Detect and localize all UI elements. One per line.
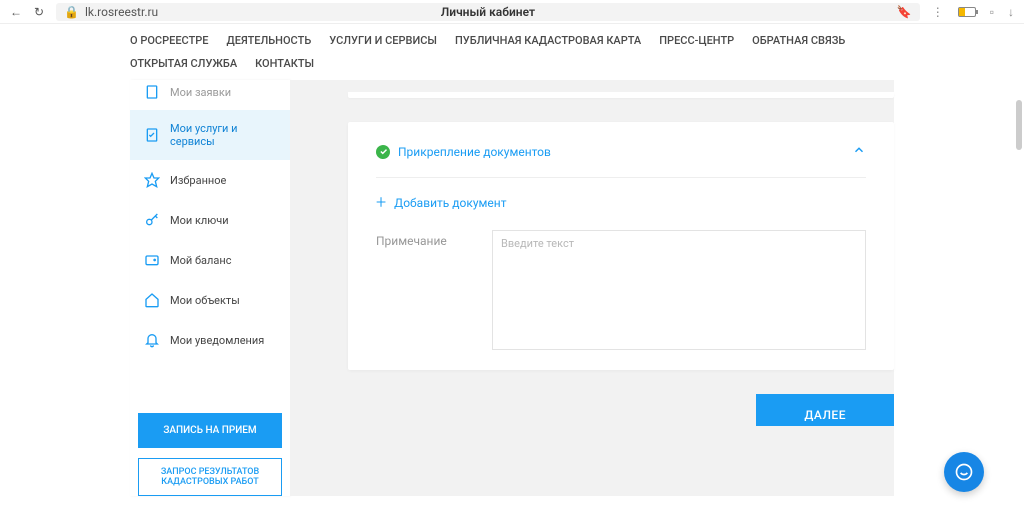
wallet-icon	[144, 252, 160, 268]
panel-header[interactable]: Прикрепление документов	[376, 142, 866, 178]
sidebar-item-label: Мои объекты	[170, 294, 240, 307]
nav-open-service[interactable]: ОТКРЫТАЯ СЛУЖБА	[130, 57, 237, 70]
panel-title-text: Прикрепление документов	[398, 145, 551, 159]
key-icon	[144, 212, 160, 228]
sidebar-item-notifications[interactable]: Мои уведомления	[130, 320, 290, 360]
plus-icon: +	[376, 194, 386, 212]
lock-icon: 🔒	[64, 5, 79, 19]
sidebar-item-favorites[interactable]: Избранное	[130, 160, 290, 200]
nav-contacts[interactable]: КОНТАКТЫ	[255, 57, 314, 70]
nav-map[interactable]: ПУБЛИЧНАЯ КАДАСТРОВАЯ КАРТА	[455, 34, 641, 47]
chevron-up-icon[interactable]	[852, 142, 866, 161]
nav-feedback[interactable]: ОБРАТНАЯ СВЯЗЬ	[752, 34, 845, 47]
home-icon	[144, 292, 160, 308]
sidebar-item-objects[interactable]: Мои объекты	[130, 280, 290, 320]
sidebar-item-label: Мои услуги и сервисы	[170, 122, 276, 148]
documents-panel: Прикрепление документов + Добавить докум…	[348, 122, 894, 370]
bell-icon	[144, 332, 160, 348]
sidebar-item-label: Мой баланс	[170, 254, 231, 267]
reload-icon[interactable]: ↻	[34, 5, 44, 19]
star-icon	[144, 172, 160, 188]
sidebar-item-balance[interactable]: Мой баланс	[130, 240, 290, 280]
nav-services[interactable]: УСЛУГИ И СЕРВИСЫ	[329, 34, 437, 47]
sidebar-item-requests[interactable]: Мои заявки	[130, 80, 290, 110]
note-label: Примечание	[376, 230, 476, 248]
nav-press[interactable]: ПРЕСС-ЦЕНТР	[659, 34, 734, 47]
note-textarea[interactable]	[492, 230, 866, 350]
services-icon	[144, 127, 160, 143]
sidebar-item-label: Мои уведомления	[170, 334, 264, 347]
scrollbar[interactable]	[1016, 80, 1022, 496]
nav-activity[interactable]: ДЕЯТЕЛЬНОСТЬ	[227, 34, 312, 47]
sidebar-item-keys[interactable]: Мои ключи	[130, 200, 290, 240]
menu-dots-icon[interactable]: ⋮	[932, 5, 944, 19]
appointment-button[interactable]: ЗАПИСЬ НА ПРИЕМ	[138, 413, 282, 448]
sidebar-item-label: Мои заявки	[170, 86, 231, 99]
scrollbar-thumb[interactable]	[1016, 100, 1022, 150]
bookmark-icon[interactable]: 🔖	[897, 5, 912, 19]
extension-icon[interactable]: ▫	[990, 5, 994, 19]
request-results-button[interactable]: ЗАПРОС РЕЗУЛЬТАТОВ КАДАСТРОВЫХ РАБОТ	[138, 458, 282, 496]
sidebar-item-services[interactable]: Мои услуги и сервисы	[130, 110, 290, 160]
url-bar[interactable]: 🔒 lk.rosreestr.ru Личный кабинет 🔖	[56, 3, 920, 21]
page-title: Личный кабинет	[441, 5, 535, 19]
add-document-button[interactable]: + Добавить документ	[376, 178, 866, 230]
add-document-label: Добавить документ	[394, 196, 506, 210]
back-icon[interactable]: ←	[10, 5, 22, 19]
url-text: lk.rosreestr.ru	[85, 5, 158, 19]
previous-panel-edge	[348, 92, 894, 98]
battery-icon	[958, 7, 976, 17]
next-button[interactable]: ДАЛЕЕ	[756, 394, 894, 426]
sidebar-item-label: Избранное	[170, 174, 226, 187]
download-icon[interactable]: ↓	[1008, 5, 1014, 19]
sidebar-item-label: Мои ключи	[170, 214, 229, 227]
chat-button[interactable]	[944, 452, 984, 492]
content-area: Прикрепление документов + Добавить докум…	[348, 80, 894, 496]
browser-toolbar: ← ↻ 🔒 lk.rosreestr.ru Личный кабинет 🔖 ⋮…	[0, 0, 1024, 24]
main-navigation: О РОСРЕЕСТРЕ ДЕЯТЕЛЬНОСТЬ УСЛУГИ И СЕРВИ…	[0, 24, 1024, 80]
nav-about[interactable]: О РОСРЕЕСТРЕ	[130, 34, 209, 47]
document-icon	[144, 84, 160, 100]
check-icon	[376, 145, 390, 159]
sidebar: Мои заявки Мои услуги и сервисы Избранно…	[130, 80, 290, 496]
